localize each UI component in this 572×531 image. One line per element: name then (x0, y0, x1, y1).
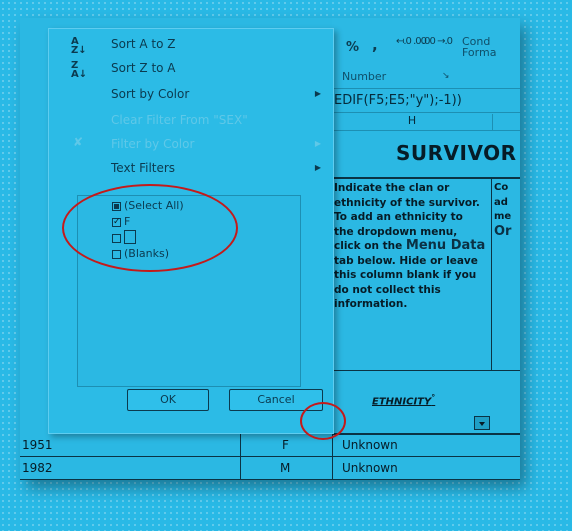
survivor-title: SURVIVOR (396, 141, 517, 165)
text-filters-item[interactable]: Text Filters (111, 161, 175, 175)
ethnicity-instructions[interactable]: Indicate the clan or ethnicity of the su… (334, 181, 486, 312)
table-row[interactable]: 1982 M Unknown (20, 457, 520, 480)
ok-button[interactable]: OK (127, 389, 209, 411)
submenu-arrow-icon: ▶ (314, 163, 321, 172)
annotation-circle-values (62, 184, 238, 272)
sort-za-icon: Z A↓ (71, 60, 88, 80)
menu-data-label: Menu Data (405, 238, 486, 253)
sort-az-icon: A Z↓ (71, 36, 87, 56)
column-header-i[interactable] (492, 114, 520, 131)
conditional-formatting-button[interactable]: Cond Forma (462, 36, 496, 58)
submenu-arrow-icon: ▶ (314, 89, 321, 98)
sort-z-to-a-item[interactable]: Sort Z to A (111, 61, 176, 75)
filter-dropdown-ethnicity[interactable] (474, 416, 490, 430)
ethnicity-header: ETHNICITY° (372, 393, 436, 408)
table-row[interactable]: 1951 F Unknown (20, 434, 520, 457)
filter-by-color-item[interactable]: Filter by Color (111, 137, 194, 151)
decrease-decimal-button[interactable]: .00 →.0 (422, 36, 453, 47)
survivor-title-cell[interactable]: SURVIVOR (332, 131, 520, 179)
column-header-h[interactable]: H (332, 114, 493, 131)
clear-filter-item[interactable]: Clear Filter From "SEX" (111, 113, 248, 127)
ethnicity-header-cell[interactable]: ETHNICITY° (332, 370, 520, 435)
comma-style-button[interactable]: , (372, 36, 378, 54)
annotation-circle-dropdown (300, 402, 346, 440)
grid-line (491, 177, 492, 370)
submenu-arrow-icon: ▶ (314, 139, 321, 148)
sort-a-to-z-item[interactable]: Sort A to Z (111, 37, 176, 51)
clear-filter-icon: ✘ (73, 135, 84, 149)
percent-style-button[interactable]: % (346, 40, 359, 55)
formula-bar[interactable]: EDIF(F5;E5;"y");-1)) (332, 90, 520, 113)
ribbon-number-group: % , ↤.0 .00 .00 →.0 Cond Forma Number ↘ (332, 18, 520, 89)
spreadsheet-screenshot: % , ↤.0 .00 .00 →.0 Cond Forma Number ↘ … (20, 18, 520, 480)
next-column-text[interactable]: Co ad me Or (494, 181, 520, 239)
dialog-launcher-icon[interactable]: ↘ (442, 71, 450, 81)
sort-by-color-item[interactable]: Sort by Color (111, 87, 189, 101)
number-group-label: Number (342, 70, 387, 83)
